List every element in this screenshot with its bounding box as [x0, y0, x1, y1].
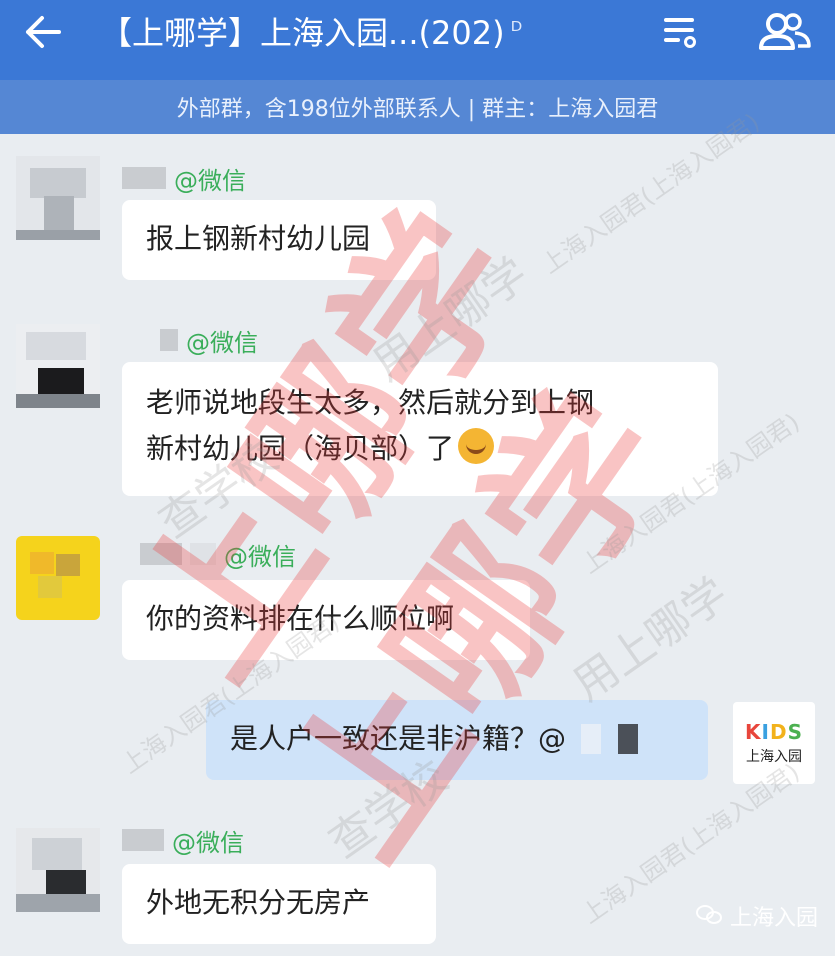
sender-name: @微信 — [160, 324, 258, 357]
message-bubble[interactable]: 老师说地段生太多，然后就分到上钢 新村幼儿园（海贝部）了 — [122, 362, 718, 496]
avatar[interactable] — [16, 828, 100, 912]
sender-name: @微信 — [140, 538, 296, 571]
avatar[interactable] — [16, 536, 100, 620]
group-members-icon[interactable] — [755, 10, 815, 54]
message-bubble[interactable]: 外地无积分无房产 — [122, 864, 436, 944]
source-watermark: 上海入园 — [696, 900, 818, 932]
back-arrow-icon[interactable] — [18, 10, 68, 54]
ear-icon: ᴰ — [510, 17, 523, 45]
chat-area[interactable]: @微信 报上钢新村幼儿园 @微信 老师说地段生太多，然后就分到上钢 新村幼儿园（… — [0, 108, 835, 956]
chat-title-text: 【上哪学】上海入园...(202) — [100, 14, 505, 52]
chat-title: 【上哪学】上海入园...(202) ᴰ — [100, 8, 570, 54]
sender-name: @微信 — [122, 824, 244, 857]
avatar[interactable] — [16, 324, 100, 408]
group-info-bar[interactable]: 外部群，含198位外部联系人 | 群主：上海入园君 — [0, 80, 835, 134]
own-message-bubble[interactable]: 是人户一致还是非沪籍？@ — [206, 700, 708, 780]
group-info-text: 外部群，含198位外部联系人 | 群主：上海入园君 — [176, 97, 659, 122]
message-bubble[interactable]: 你的资料排在什么顺位啊 — [122, 580, 530, 660]
watermark: 用上哪学 — [563, 568, 738, 712]
own-avatar[interactable]: KIDS 上海入园 — [733, 702, 815, 784]
wechat-icon — [696, 905, 724, 927]
kids-logo: KIDS — [745, 720, 803, 744]
chat-menu-icon[interactable] — [658, 12, 702, 52]
laughing-tears-emoji-icon — [458, 428, 495, 464]
top-bar: 【上哪学】上海入园...(202) ᴰ — [0, 0, 835, 80]
sender-name: @微信 — [122, 162, 246, 195]
message-bubble[interactable]: 报上钢新村幼儿园 — [122, 200, 436, 280]
avatar[interactable] — [16, 156, 100, 240]
